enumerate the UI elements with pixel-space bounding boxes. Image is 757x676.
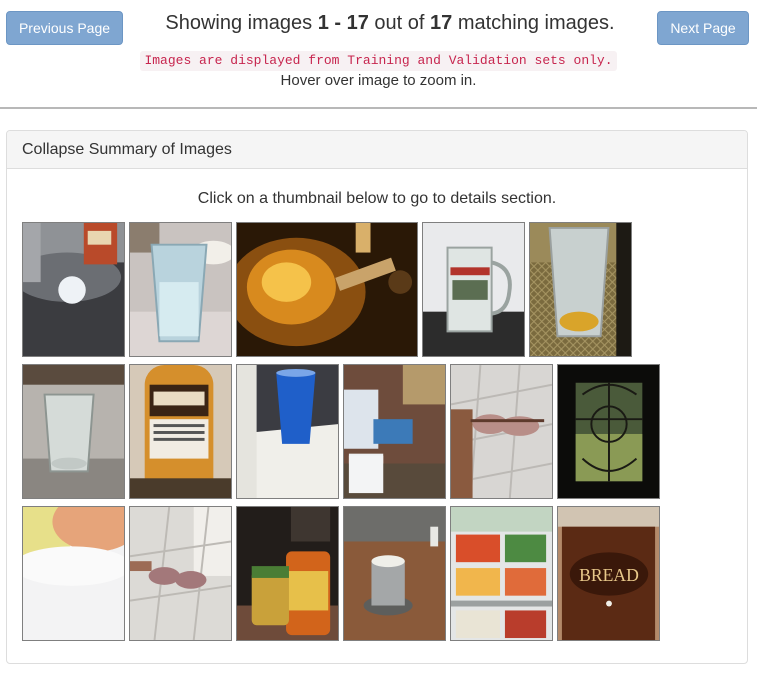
thumbnail-13[interactable] [129, 506, 232, 641]
bread-box-lettering: BREAD [579, 565, 639, 585]
thumbnail-2[interactable] [129, 222, 232, 357]
thumbnail-4[interactable] [422, 222, 525, 357]
divider [0, 107, 757, 109]
thumbnail-1[interactable] [22, 222, 125, 357]
thumbnail-7[interactable] [129, 364, 232, 499]
thumbnail-16[interactable] [450, 506, 553, 641]
dataset-notice: Images are displayed from Training and V… [140, 51, 617, 71]
collapse-summary-toggle[interactable]: Collapse Summary of Images [7, 131, 747, 169]
thumbnail-6[interactable] [22, 364, 125, 499]
range-end: 17 [346, 12, 369, 34]
thumbnail-10[interactable] [450, 364, 553, 499]
previous-page-button[interactable]: Previous Page [6, 11, 123, 45]
range-sep: - [328, 12, 347, 34]
thumbnail-11[interactable] [557, 364, 660, 499]
zoom-hint: Hover over image to zoom in. [280, 72, 477, 89]
thumbnail-15[interactable] [343, 506, 446, 641]
thumbnail-17[interactable]: BREAD [557, 506, 660, 641]
thumbnail-12[interactable] [22, 506, 125, 641]
total-count: 17 [430, 12, 453, 34]
thumbnail-instructions: Click on a thumbnail below to go to deta… [197, 190, 557, 207]
dataset-notice-row: Images are displayed from Training and V… [0, 51, 757, 71]
thumbnail-3[interactable] [236, 222, 418, 357]
range-start: 1 [317, 12, 329, 34]
next-page-button[interactable]: Next Page [657, 11, 749, 45]
thumbnail-14[interactable] [236, 506, 339, 641]
summary-panel: Collapse Summary of Images Click on a th… [6, 130, 748, 664]
thumbnail-9[interactable] [343, 364, 446, 499]
thumbnail-5[interactable] [529, 222, 632, 357]
results-summary: Showing images 1 - 17 out of 17 matching… [165, 12, 615, 34]
thumbnail-8[interactable] [236, 364, 339, 499]
